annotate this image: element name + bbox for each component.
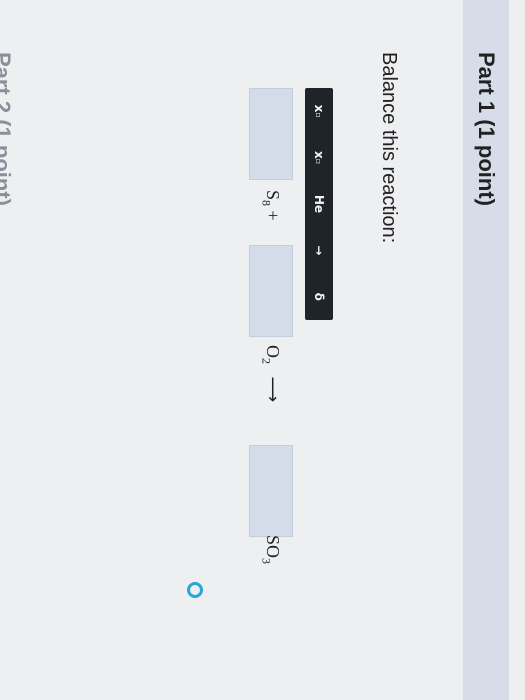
reactant-o2-subscript: 2 — [259, 358, 274, 364]
photo-background: Part 1 (1 point) Balance this reaction: … — [0, 0, 525, 700]
superscript-button-label: x — [312, 150, 326, 159]
status-circle-icon[interactable] — [187, 582, 203, 598]
delta-icon: δ — [312, 292, 326, 301]
coefficient-input-so3[interactable] — [249, 445, 293, 537]
product-so3-subscript: 3 — [259, 558, 274, 565]
element-button-label: He — [312, 194, 326, 214]
reactant-s8-subscript: 8 — [259, 200, 274, 207]
question-page: Part 1 (1 point) Balance this reaction: … — [0, 0, 525, 700]
reactant-o2: O2 ⟶ — [258, 345, 283, 402]
plus-sign: + — [263, 210, 283, 221]
superscript-button[interactable]: x ▫ — [308, 144, 330, 172]
coefficient-input-o2[interactable] — [249, 245, 293, 337]
reactant-o2-symbol: O — [263, 345, 283, 358]
reactant-s8: S8 + — [258, 190, 283, 221]
subscript-button[interactable]: x ▫ — [308, 97, 330, 125]
part-title: Part 1 (1 point) — [474, 52, 499, 207]
reactant-s8-symbol: S — [263, 190, 283, 201]
instruction-text: Balance this reaction: — [378, 52, 400, 244]
next-part-title: Part 2 (1 point) — [0, 52, 15, 207]
subscript-button-label: x — [312, 104, 326, 113]
product-so3: SO3 — [258, 535, 283, 564]
arrow-button[interactable]: → — [308, 236, 330, 264]
reaction-arrow-icon: ⟶ — [262, 376, 283, 403]
element-button[interactable]: He — [308, 190, 330, 218]
equation-toolbar: x ▫ x ▫ He → δ — [305, 88, 333, 320]
rotated-page-wrapper: Part 1 (1 point) Balance this reaction: … — [0, 0, 525, 700]
delta-button[interactable]: δ — [308, 283, 330, 311]
product-so3-symbol: SO — [263, 535, 283, 559]
arrow-icon: → — [312, 245, 326, 256]
coefficient-input-s8[interactable] — [249, 88, 293, 180]
